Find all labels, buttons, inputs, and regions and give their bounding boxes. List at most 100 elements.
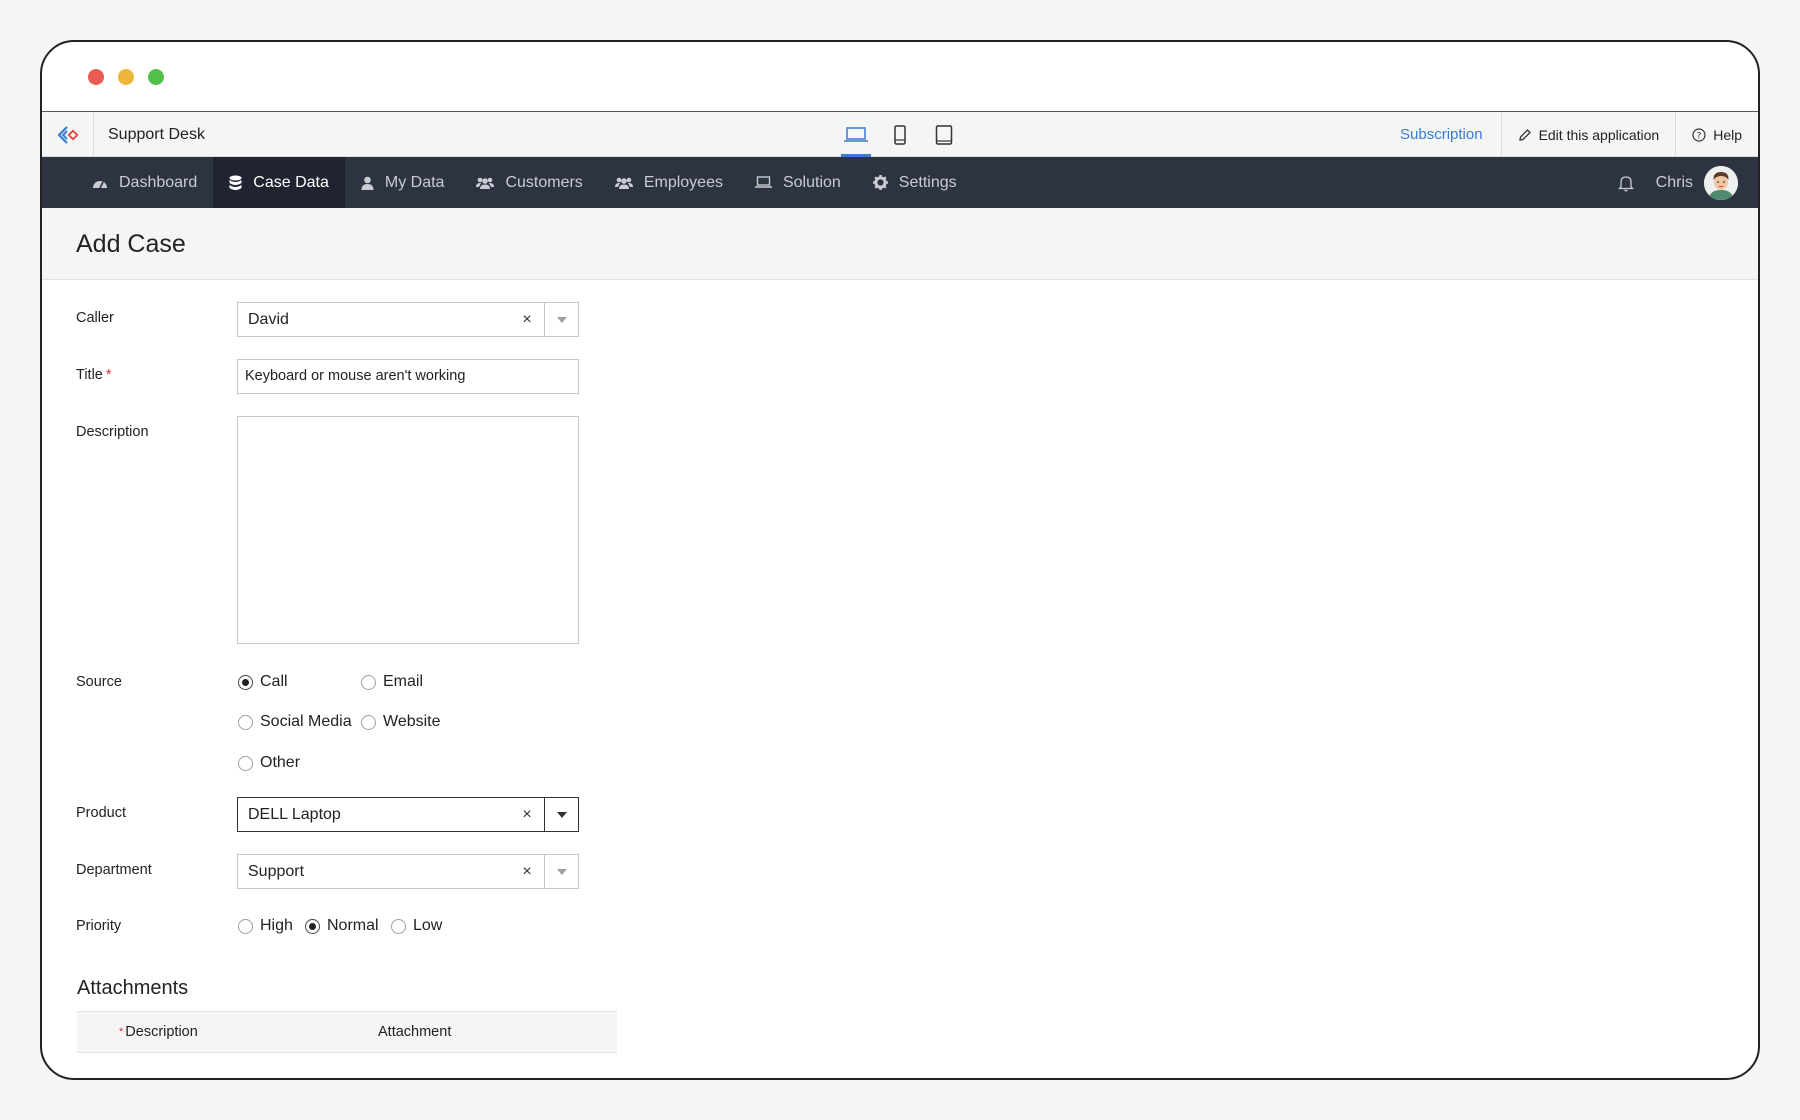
laptop-view-button[interactable]: [834, 112, 878, 157]
department-lookup[interactable]: Support ×: [237, 854, 579, 889]
app-bar: Support Desk Subscription Edit this appl…: [42, 112, 1758, 157]
nav-item-solution[interactable]: Solution: [739, 157, 857, 208]
radio-label: Other: [260, 754, 301, 771]
caller-clear-icon[interactable]: ×: [516, 303, 538, 336]
nav-item-case-data[interactable]: Case Data: [213, 157, 345, 208]
column-header-description: * Description: [119, 1012, 198, 1052]
radio-circle: [361, 714, 376, 730]
nav-item-label: Customers: [505, 173, 583, 191]
gear-icon: [872, 175, 888, 190]
caller-label: Caller: [76, 310, 114, 326]
caller-dropdown-button[interactable]: [544, 303, 578, 336]
nav-item-customers[interactable]: Customers: [460, 157, 598, 208]
radio-circle: [238, 714, 253, 730]
column-header-attachment: Attachment: [378, 1024, 452, 1040]
radio-label: Low: [413, 917, 443, 934]
radio-label: Normal: [327, 917, 379, 934]
app-logo-icon[interactable]: [42, 112, 94, 157]
source-radio-call[interactable]: Call: [238, 673, 288, 691]
edit-application-label: Edit this application: [1538, 126, 1660, 143]
window-titlebar: [42, 42, 1758, 112]
description-textarea[interactable]: [237, 416, 579, 644]
nav-item-label: Employees: [643, 173, 723, 191]
laptop-icon: [754, 176, 772, 188]
users-icon: [614, 177, 633, 189]
radio-label: High: [260, 917, 293, 934]
help-icon: ?: [1692, 127, 1706, 142]
nav-item-dashboard[interactable]: Dashboard: [76, 157, 213, 208]
priority-radio-high[interactable]: High: [238, 917, 293, 935]
laptop-icon: [844, 126, 868, 142]
app-name: Support Desk: [108, 126, 205, 143]
app-bar-actions: Subscription Edit this application ? Hel…: [1384, 112, 1758, 157]
tablet-icon: [935, 124, 953, 145]
radio-circle: [238, 674, 253, 690]
radio-label: Call: [260, 673, 288, 690]
maximize-window-button[interactable]: [148, 69, 164, 85]
nav-item-label: Solution: [782, 173, 841, 191]
nav-item-label: My Data: [384, 173, 445, 191]
required-mark: *: [119, 1026, 124, 1038]
product-clear-icon[interactable]: ×: [516, 798, 538, 831]
radio-circle: [391, 918, 406, 934]
source-radio-social-media[interactable]: Social Media: [238, 713, 352, 731]
pencil-icon: [1518, 128, 1531, 141]
department-clear-icon[interactable]: ×: [516, 855, 538, 888]
description-label: Description: [76, 424, 149, 440]
title-input[interactable]: Keyboard or mouse aren't working: [237, 359, 579, 394]
radio-circle: [305, 918, 320, 934]
caller-lookup[interactable]: David ×: [237, 302, 579, 337]
radio-label: Social Media: [260, 713, 352, 730]
department-dropdown-button[interactable]: [544, 855, 578, 888]
nav-item-label: Settings: [898, 173, 957, 191]
nav-item-my-data[interactable]: My Data: [345, 157, 461, 208]
product-lookup[interactable]: DELL Laptop ×: [237, 797, 579, 832]
attachments-title: Attachments: [77, 977, 189, 999]
users-icon: [476, 177, 495, 189]
source-radio-email[interactable]: Email: [361, 673, 423, 691]
user-icon: [361, 176, 374, 190]
user-name[interactable]: Chris: [1656, 174, 1693, 192]
help-label: Help: [1713, 126, 1742, 143]
notifications-bell-icon[interactable]: [1617, 174, 1634, 192]
column-label: Description: [125, 1024, 198, 1040]
device-preview-switcher: [834, 112, 966, 157]
radio-circle: [238, 918, 253, 934]
main-navbar: Dashboard Case Data My Data Customers Em…: [42, 157, 1758, 208]
nav-item-settings[interactable]: Settings: [857, 157, 973, 208]
radio-label: Website: [383, 713, 441, 730]
subscription-link[interactable]: Subscription: [1384, 112, 1501, 157]
dashboard-icon: [93, 180, 107, 188]
priority-radio-normal[interactable]: Normal: [305, 917, 379, 935]
tablet-view-button[interactable]: [922, 112, 966, 157]
department-value: Support: [248, 863, 305, 880]
priority-label: Priority: [76, 918, 122, 934]
radio-label: Email: [383, 673, 424, 690]
phone-view-button[interactable]: [878, 112, 922, 157]
page-header: Add Case: [42, 208, 1758, 280]
svg-text:?: ?: [1697, 131, 1702, 141]
help-button[interactable]: ? Help: [1675, 112, 1758, 157]
attachments-table-header: * Description Attachment: [77, 1011, 617, 1053]
caret-down-icon: [556, 811, 567, 818]
nav-item-label: Dashboard: [119, 173, 198, 191]
priority-radio-low[interactable]: Low: [391, 917, 442, 935]
department-label: Department: [76, 862, 152, 878]
page-title: Add Case: [76, 230, 186, 258]
user-avatar[interactable]: [1704, 165, 1738, 200]
product-value: DELL Laptop: [248, 806, 341, 823]
close-window-button[interactable]: [88, 69, 104, 85]
caret-down-icon: [556, 868, 567, 875]
radio-circle: [238, 755, 253, 771]
required-mark: *: [105, 367, 112, 383]
app-window: Support Desk Subscription Edit this appl…: [40, 40, 1760, 1080]
nav-item-label: Case Data: [253, 173, 329, 191]
title-label: Title *: [76, 367, 112, 383]
edit-application-button[interactable]: Edit this application: [1500, 112, 1676, 157]
database-icon: [229, 175, 242, 190]
nav-item-employees[interactable]: Employees: [599, 157, 739, 208]
product-dropdown-button[interactable]: [544, 798, 578, 831]
source-radio-other[interactable]: Other: [238, 754, 300, 772]
minimize-window-button[interactable]: [118, 69, 134, 85]
source-radio-website[interactable]: Website: [361, 713, 441, 731]
